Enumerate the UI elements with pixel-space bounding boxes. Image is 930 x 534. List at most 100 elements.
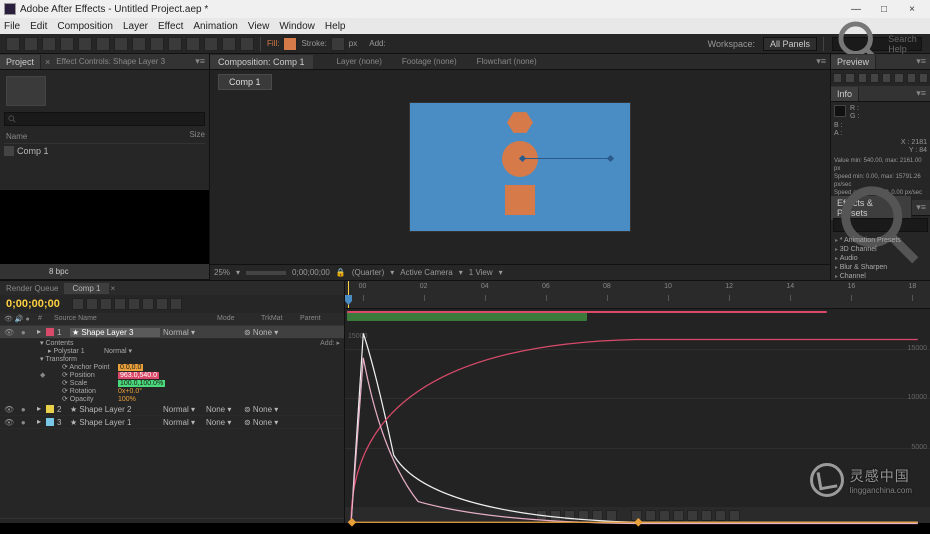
col-size[interactable]: Size [189,130,205,143]
motion-blur-toggle[interactable] [128,298,140,310]
camera-dropdown[interactable]: Active Camera [400,268,452,277]
info-panel-tab[interactable]: Info [831,87,859,101]
motion-path[interactable] [520,158,610,159]
timecode-display[interactable]: 0;00;00;00 [292,268,330,277]
tl-button[interactable] [156,298,168,310]
rectangle-shape[interactable] [505,185,535,215]
composition-viewer[interactable]: Comp 1 [210,70,830,264]
close-button[interactable]: × [898,1,926,17]
effects-category[interactable]: Blur & Sharpen [833,263,928,272]
search-help-input[interactable]: Search Help [832,37,922,51]
roto-tool[interactable] [222,37,236,51]
stroke-width[interactable]: px [349,39,357,48]
menu-effect[interactable]: Effect [158,21,183,32]
menu-help[interactable]: Help [325,21,346,32]
layer-row[interactable]: 👁 ● ▸ 3 ★ Shape Layer 1 Normal ▾ None ▾ … [0,416,344,429]
pan-behind-tool[interactable] [96,37,110,51]
viewer-tab-layer[interactable]: Layer (none) [337,57,382,66]
current-timecode[interactable]: 0;00;00;00 [0,295,66,313]
new-comp-button[interactable] [32,266,43,277]
pen-tool[interactable] [132,37,146,51]
brush-tool[interactable] [168,37,182,51]
shape-tool[interactable] [114,37,128,51]
render-queue-tab[interactable]: Render Queue [0,283,64,294]
project-item-comp1[interactable]: Comp 1 [4,144,205,158]
zoom-slider[interactable] [246,271,286,275]
preview-panel-tab[interactable]: Preview [831,55,876,69]
text-tool[interactable] [150,37,164,51]
menu-edit[interactable]: Edit [30,21,47,32]
menu-animation[interactable]: Animation [193,21,237,32]
menu-file[interactable]: File [4,21,20,32]
property-row[interactable]: ▸ Polystar 1Normal ▾ [0,347,344,355]
menu-composition[interactable]: Composition [57,21,113,32]
polystar-shape[interactable] [507,111,533,134]
comp-canvas[interactable] [410,103,630,231]
workspace-dropdown[interactable]: All Panels [763,37,817,51]
layer-row[interactable]: 👁 ● ▸ 2 ★ Shape Layer 2 Normal ▾ None ▾ … [0,403,344,416]
project-close-icon[interactable]: × [45,57,50,67]
selection-tool[interactable] [6,37,20,51]
effect-controls-tab[interactable]: Effect Controls: Shape Layer 3 [56,57,165,66]
menu-layer[interactable]: Layer [123,21,148,32]
project-search-input[interactable] [4,112,205,126]
new-folder-button[interactable] [17,266,28,277]
project-tab[interactable]: Project [0,55,41,69]
property-row[interactable]: ⟳ Opacity100% [0,395,344,403]
frame-blend-toggle[interactable] [114,298,126,310]
tl-button[interactable] [170,298,182,310]
graph-editor-button[interactable] [142,298,154,310]
viewer-tab-flowchart[interactable]: Flowchart (none) [477,57,537,66]
bpc-toggle[interactable]: 8 bpc [49,267,69,276]
comp-mini-tab[interactable]: Comp 1 [218,74,272,90]
panel-menu-icon[interactable]: ▾≡ [191,54,209,69]
effects-category[interactable]: Audio [833,254,928,263]
panel-menu-icon[interactable]: ▾≡ [912,86,930,101]
effects-search-input[interactable] [833,218,928,232]
menu-window[interactable]: Window [279,21,315,32]
property-row[interactable]: ◆⟳ Position963.0,540.0 [0,371,344,379]
rotate-tool[interactable] [60,37,74,51]
col-name[interactable]: Name [4,130,189,143]
camera-tool[interactable] [78,37,92,51]
last-frame-button[interactable] [882,73,891,83]
time-ruler[interactable]: 00020406081012141618 [345,281,930,309]
eraser-tool[interactable] [204,37,218,51]
keyframe-marker[interactable] [607,155,614,162]
clone-tool[interactable] [186,37,200,51]
loop-button[interactable] [907,73,916,83]
shy-toggle[interactable] [100,298,112,310]
effects-category[interactable]: * Animation Presets [833,236,928,245]
close-tab-icon[interactable]: × [111,284,116,293]
ram-preview-button[interactable] [919,73,928,83]
tl-search-button[interactable] [72,298,84,310]
zoom-tool[interactable] [42,37,56,51]
maximize-button[interactable]: □ [870,1,898,17]
delete-button[interactable] [196,266,207,277]
property-row[interactable]: ⟳ Rotation0x+0.0° [0,387,344,395]
property-row[interactable]: ⟳ Anchor Point0.0,0.0 [0,363,344,371]
play-button[interactable] [858,73,867,83]
viewer-tab-footage[interactable]: Footage (none) [402,57,457,66]
panel-menu-icon[interactable]: ▾≡ [912,54,930,69]
cti-head[interactable] [345,295,352,305]
puppet-tool[interactable] [240,37,254,51]
hand-tool[interactable] [24,37,38,51]
minimize-button[interactable]: — [842,1,870,17]
zoom-dropdown[interactable]: 25% [214,268,230,277]
add-label[interactable]: Add: [369,39,385,48]
stroke-swatch[interactable] [331,37,345,51]
timeline-comp-tab[interactable]: Comp 1 [64,283,108,294]
property-row[interactable]: ⟳ Scale100.0,100.0% [0,379,344,387]
panel-menu-icon[interactable]: ▾≡ [812,54,830,69]
first-frame-button[interactable] [833,73,842,83]
next-frame-button[interactable] [870,73,879,83]
mute-button[interactable] [894,73,903,83]
stroke-label[interactable]: Stroke: [301,39,326,48]
fill-swatch[interactable] [283,37,297,51]
property-row[interactable]: ▾ Transform [0,355,344,363]
menu-view[interactable]: View [248,21,270,32]
interpret-footage-button[interactable] [2,266,13,277]
resolution-dropdown[interactable]: (Quarter) [352,268,384,277]
effects-category[interactable]: 3D Channel [833,245,928,254]
